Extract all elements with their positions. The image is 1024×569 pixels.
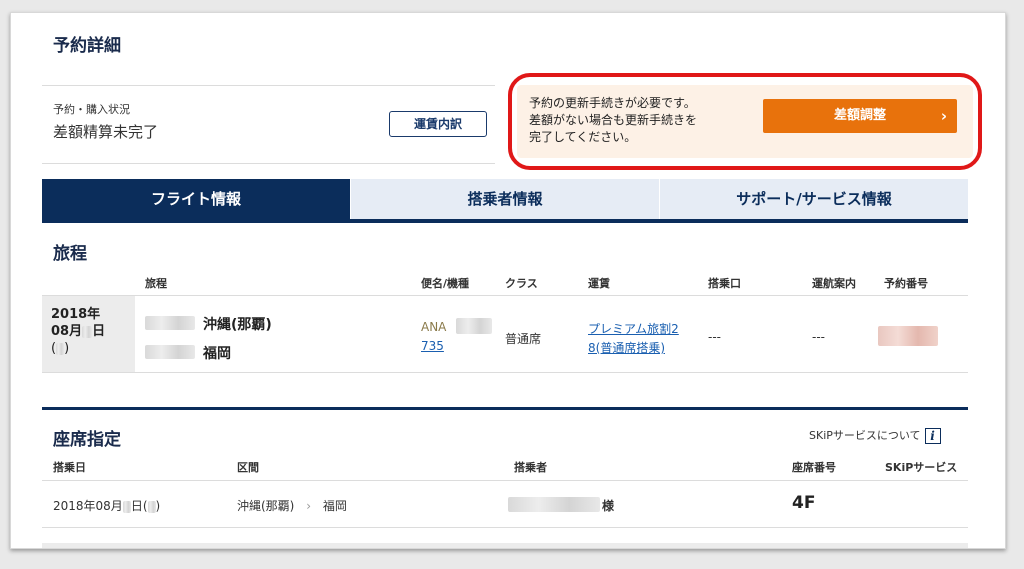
column-header-boarding-date: 搭乗日 bbox=[53, 461, 86, 474]
reservation-detail-card: 予約詳細 予約・購入状況 差額精算未完了 運賃内訳 予約の更新手続きが必要です。… bbox=[10, 12, 1006, 549]
flight-date: 2018年 08月日 () bbox=[51, 306, 105, 357]
redacted-passenger-name bbox=[508, 497, 600, 512]
divider bbox=[42, 480, 968, 481]
flight-number-link[interactable]: 735 bbox=[421, 339, 444, 353]
column-header-flight: 便名/機種 bbox=[421, 277, 470, 290]
seat-selection-title: 座席指定 bbox=[53, 430, 121, 450]
notice-line: 差額がない場合も更新手続きを bbox=[529, 113, 698, 127]
notice-line: 予約の更新手続きが必要です。 bbox=[529, 96, 696, 110]
divider bbox=[42, 295, 968, 296]
next-row-placeholder bbox=[42, 543, 968, 548]
notice-line: 完了してください。 bbox=[529, 130, 637, 144]
info-tabs: フライト情報 搭乗者情報 サポート/サービス情報 bbox=[42, 179, 968, 223]
redacted-weekday bbox=[147, 500, 156, 513]
column-header-seat-number: 座席番号 bbox=[792, 461, 836, 474]
skip-service-link-label: SKiPサービスについて bbox=[809, 429, 921, 442]
column-header-booking-number: 予約番号 bbox=[884, 277, 928, 290]
tab-passenger-info[interactable]: 搭乗者情報 bbox=[351, 179, 660, 219]
redacted-arrival-time bbox=[145, 345, 195, 359]
column-header-route: 旅程 bbox=[145, 277, 167, 290]
redacted-departure-time bbox=[145, 316, 195, 330]
column-header-passenger: 搭乗者 bbox=[514, 461, 547, 474]
seat-segment: 沖縄(那覇) › 福岡 bbox=[237, 497, 347, 514]
departure-airport: 沖縄(那覇) bbox=[203, 317, 272, 333]
fare-adjust-label: 差額調整 bbox=[833, 108, 886, 123]
flight-date-year: 2018年 bbox=[51, 307, 101, 322]
column-header-fare: 運賃 bbox=[588, 277, 610, 290]
fare-link-line2[interactable]: 8(普通席搭乗) bbox=[588, 339, 665, 356]
chevron-right-icon: › bbox=[940, 107, 947, 125]
redacted-aircraft bbox=[456, 318, 492, 334]
divider bbox=[42, 163, 495, 164]
column-header-operation: 運航案内 bbox=[812, 277, 856, 290]
info-icon: i bbox=[924, 428, 941, 444]
operation-value: --- bbox=[812, 330, 825, 344]
segment-from: 沖縄(那覇) bbox=[237, 499, 295, 513]
fare-breakdown-button[interactable]: 運賃内訳 bbox=[389, 111, 487, 137]
chevron-right-icon: › bbox=[306, 499, 312, 513]
redacted-day bbox=[122, 500, 131, 513]
tab-flight-info[interactable]: フライト情報 bbox=[42, 179, 351, 219]
page-title: 予約詳細 bbox=[53, 36, 121, 56]
status-value: 差額精算未完了 bbox=[53, 123, 159, 141]
segment-to: 福岡 bbox=[322, 499, 347, 513]
itinerary-title: 旅程 bbox=[53, 244, 87, 264]
passenger-honorific: 様 bbox=[602, 499, 615, 513]
column-header-segment: 区間 bbox=[237, 461, 259, 474]
column-header-class: クラス bbox=[505, 277, 538, 290]
flight-date-weekday: () bbox=[51, 341, 70, 356]
update-notice: 予約の更新手続きが必要です。 差額がない場合も更新手続きを 完了してください。 … bbox=[517, 85, 973, 158]
arrival-airport: 福岡 bbox=[203, 346, 231, 362]
seat-class: 普通席 bbox=[505, 332, 542, 346]
update-notice-highlight: 予約の更新手続きが必要です。 差額がない場合も更新手続きを 完了してください。 … bbox=[508, 73, 982, 170]
section-divider bbox=[42, 407, 968, 410]
status-label: 予約・購入状況 bbox=[53, 103, 130, 116]
column-header-skip-service: SKiPサービス bbox=[885, 461, 958, 474]
divider bbox=[42, 527, 968, 528]
skip-service-link[interactable]: SKiPサービスについて i bbox=[809, 427, 941, 444]
redacted-weekday bbox=[56, 342, 65, 355]
tab-support-service-info[interactable]: サポート/サービス情報 bbox=[660, 179, 968, 219]
flight-date-month-day: 08月日 bbox=[51, 324, 106, 339]
seat-boarding-date: 2018年08月 日() bbox=[53, 499, 161, 513]
divider bbox=[42, 372, 968, 373]
flight-date-cell: 2018年 08月日 () bbox=[42, 296, 135, 372]
gate-value: --- bbox=[708, 330, 721, 344]
redacted-day bbox=[82, 325, 93, 338]
fare-link-line1[interactable]: プレミアム旅割2 bbox=[588, 320, 679, 337]
seat-number: 4F bbox=[792, 493, 816, 513]
notice-text: 予約の更新手続きが必要です。 差額がない場合も更新手続きを 完了してください。 bbox=[529, 95, 697, 146]
divider bbox=[42, 85, 495, 86]
airline-code: ANA bbox=[421, 320, 447, 334]
fare-adjust-button[interactable]: 差額調整 › bbox=[763, 99, 957, 133]
redacted-booking-number bbox=[878, 326, 938, 346]
column-header-gate: 搭乗口 bbox=[708, 277, 741, 290]
